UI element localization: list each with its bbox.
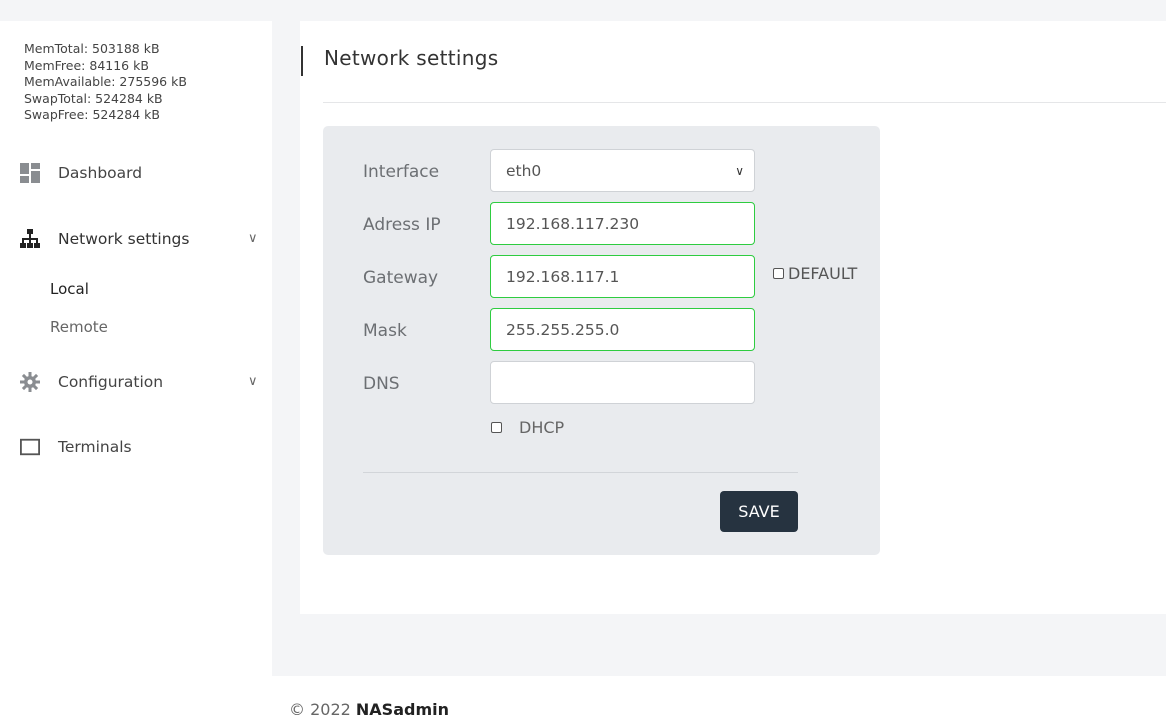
default-checkbox[interactable]	[773, 268, 784, 279]
ip-address-field[interactable]: 192.168.117.230	[490, 202, 755, 245]
footer: © 2022 NASadmin	[289, 700, 449, 719]
memory-info: MemTotal: 503188 kB MemFree: 84116 kB Me…	[24, 41, 187, 124]
dhcp-checkbox[interactable]	[491, 422, 502, 433]
gateway-label: Gateway	[363, 268, 439, 288]
sidebar-item-configuration[interactable]: Configuration ∨	[20, 372, 258, 392]
default-checkbox-group: DEFAULT	[773, 264, 857, 283]
sidebar-item-terminals[interactable]: Terminals	[20, 437, 132, 457]
form-divider	[363, 472, 798, 473]
page-title: Network settings	[324, 46, 499, 70]
chevron-down-icon[interactable]: ∨	[248, 231, 258, 246]
sidebar-item-label: Terminals	[58, 438, 132, 456]
chevron-down-icon[interactable]: ∨	[248, 374, 258, 389]
save-button[interactable]: SAVE	[720, 491, 798, 532]
swap-free: SwapFree: 524284 kB	[24, 107, 160, 122]
footer-copyright: © 2022	[289, 700, 351, 719]
dhcp-checkbox-group: DHCP	[491, 418, 564, 437]
footer-brand: NASadmin	[355, 700, 449, 719]
dhcp-checkbox-label: DHCP	[519, 418, 565, 437]
sidebar-item-label: Configuration	[58, 373, 164, 391]
sidebar-item-label: Network settings	[58, 230, 190, 248]
sidebar-subitem-remote[interactable]: Remote	[50, 318, 108, 336]
dns-field[interactable]	[490, 361, 755, 404]
default-checkbox-label: DEFAULT	[788, 264, 858, 283]
sidebar-subitem-local[interactable]: Local	[50, 280, 89, 298]
mem-free: MemFree: 84116 kB	[24, 57, 149, 73]
mem-total: MemTotal: 503188 kB	[24, 41, 160, 56]
terminal-icon	[20, 437, 40, 457]
sidebar-item-label: Dashboard	[58, 164, 143, 182]
chevron-down-icon: ∨	[735, 164, 744, 178]
title-accent-bar	[301, 46, 303, 76]
sidebar-item-network-settings[interactable]: Network settings ∨	[20, 229, 258, 249]
interface-select-value: eth0	[506, 162, 542, 180]
interface-label: Interface	[363, 162, 440, 182]
dns-label: DNS	[363, 374, 400, 394]
top-strip	[0, 0, 1166, 21]
network-icon	[20, 229, 40, 249]
ip-label: Adress IP	[363, 215, 441, 235]
sidebar-item-dashboard[interactable]: Dashboard	[20, 163, 142, 183]
sidebar: MemTotal: 503188 kB MemFree: 84116 kB Me…	[0, 21, 272, 718]
interface-select[interactable]: eth0 ∨	[490, 149, 755, 192]
gear-icon	[20, 372, 40, 392]
title-divider	[323, 102, 1166, 103]
gateway-field[interactable]: 192.168.117.1	[490, 255, 755, 298]
mem-available: MemAvailable: 275596 kB	[24, 74, 187, 89]
swap-total: SwapTotal: 524284 kB	[24, 90, 163, 106]
mask-field[interactable]: 255.255.255.0	[490, 308, 755, 351]
dashboard-icon	[20, 163, 40, 183]
mask-label: Mask	[363, 321, 407, 341]
